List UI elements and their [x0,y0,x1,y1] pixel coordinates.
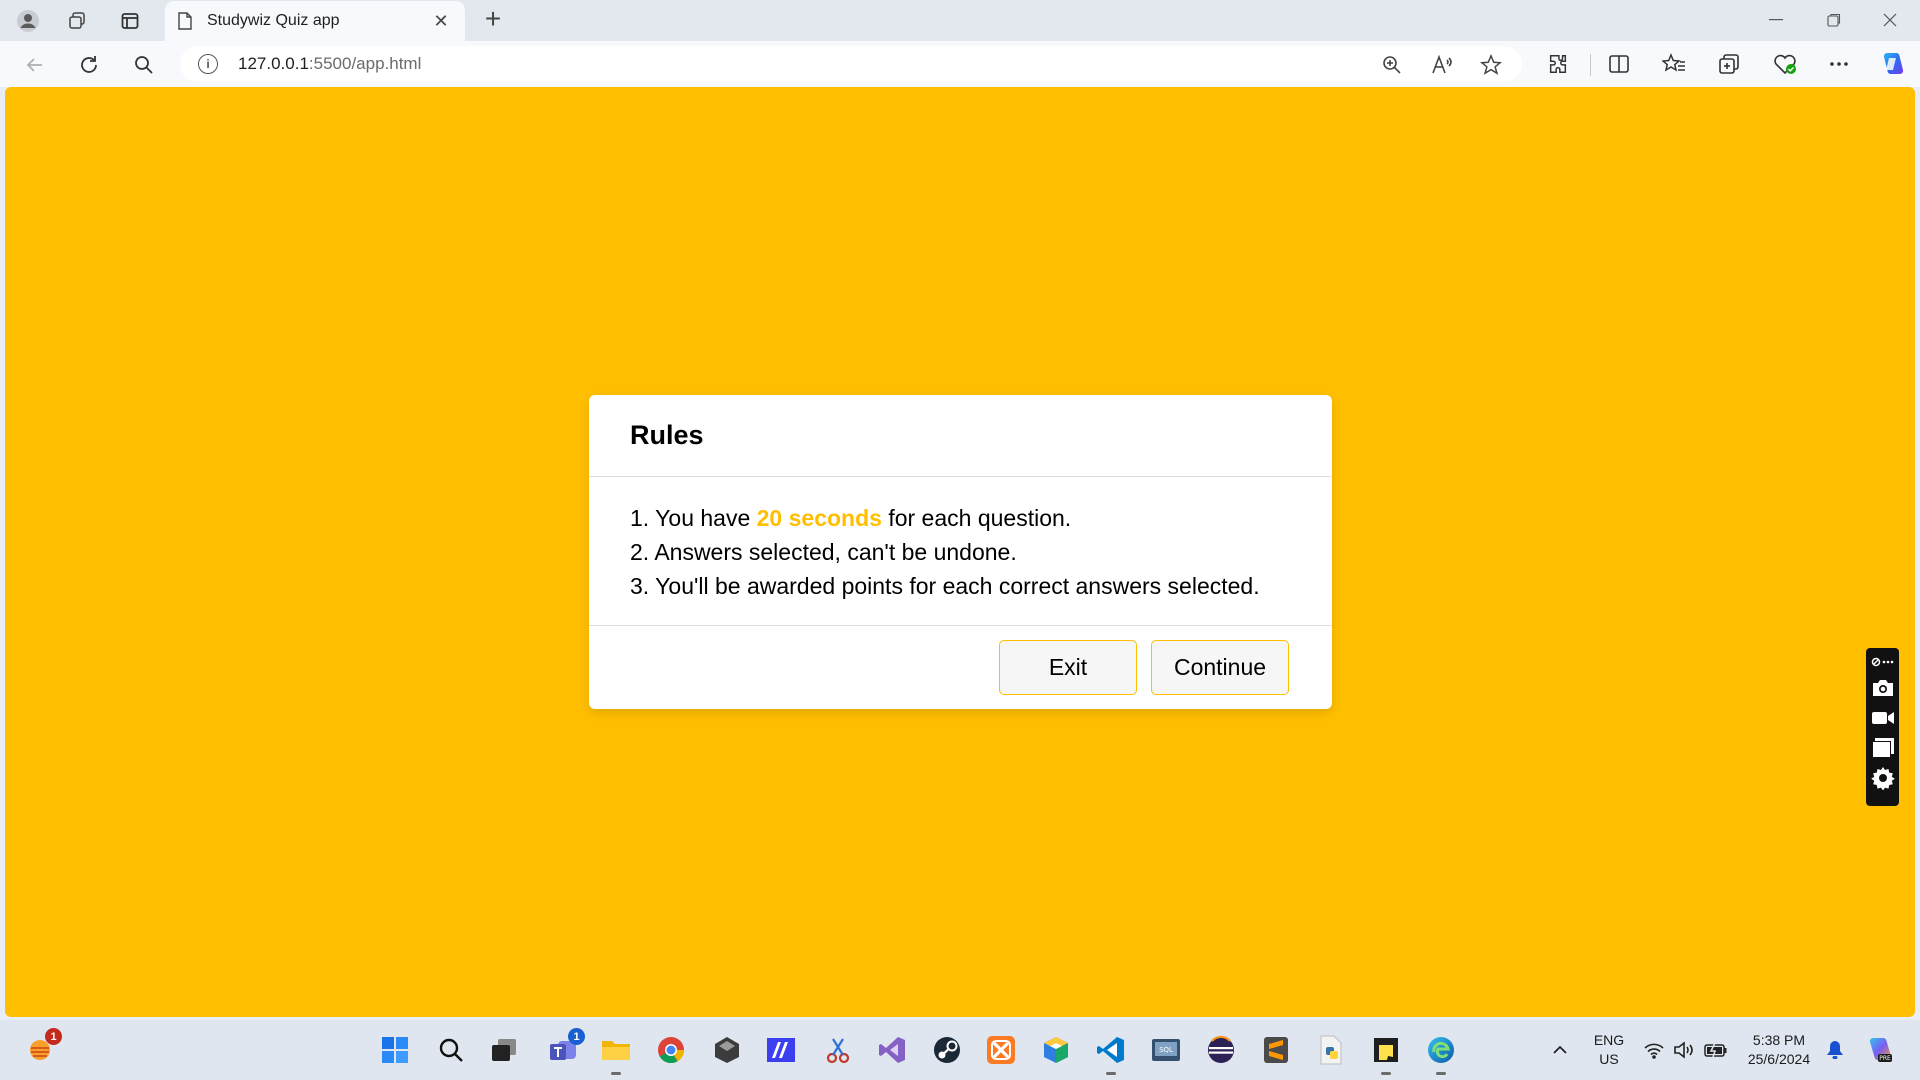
widgets-weather-icon[interactable]: 1 [24,1028,62,1066]
vscode-icon[interactable] [1095,1034,1127,1075]
language-indicator[interactable]: ENG US [1590,1031,1628,1069]
python-file-icon[interactable] [1315,1034,1347,1066]
time-limit-highlight: 20 seconds [756,505,882,531]
running-indicator [1436,1072,1446,1075]
rules-dialog: Rules 1. You have 20 seconds for each qu… [589,395,1332,709]
search-icon[interactable] [128,49,160,81]
favorites-icon[interactable] [1659,49,1689,79]
close-window-button[interactable] [1864,4,1916,36]
unity-icon[interactable] [711,1034,743,1066]
page-viewport: Rules 1. You have 20 seconds for each qu… [5,87,1915,1017]
file-explorer-icon[interactable] [600,1034,632,1075]
teams-icon[interactable]: 1 [547,1028,585,1066]
show-hidden-icons-chevron[interactable] [1544,1034,1576,1066]
dialog-footer: Exit Continue [589,626,1332,708]
settings-gear-icon[interactable] [1869,763,1897,793]
extensions-icon[interactable] [1543,49,1573,79]
snipping-tool-icon[interactable] [822,1034,854,1066]
notifications-bell-icon[interactable] [1819,1034,1851,1066]
continue-button[interactable]: Continue [1151,640,1289,695]
refresh-icon[interactable] [73,49,105,81]
copilot-icon[interactable] [1877,49,1907,79]
sublime-text-icon[interactable] [1260,1034,1292,1066]
rules-list: 1. You have 20 seconds for each question… [589,477,1332,626]
steam-icon[interactable] [931,1034,963,1066]
zoom-icon[interactable] [1381,54,1403,76]
video-camera-icon[interactable] [1869,703,1897,733]
exit-button[interactable]: Exit [999,640,1137,695]
rule-item: 3. You'll be awarded points for each cor… [630,573,1260,599]
eclipse-icon[interactable] [1205,1034,1237,1066]
read-aloud-icon[interactable] [1431,54,1453,76]
box-app-icon[interactable] [1040,1034,1072,1066]
browser-toolbar: i 127.0.0.1:5500/app.html [0,41,1920,87]
tab-title: Studywiz Quiz app [207,12,340,29]
browser-essentials-icon[interactable] [1770,49,1800,79]
battery-icon[interactable] [1700,1034,1732,1066]
copilot-preview-icon[interactable]: PRE [1863,1034,1895,1066]
tab-actions-icon[interactable] [116,7,144,35]
visual-studio-icon[interactable] [876,1034,908,1066]
sql-tool-icon[interactable]: SQL [1150,1034,1182,1066]
rule-item: 1. You have 20 seconds for each question… [630,505,1072,531]
running-indicator [1106,1072,1116,1075]
running-indicator [1381,1072,1391,1075]
rule-item: 2. Answers selected, can't be undone. [630,539,1017,565]
dialog-title: Rules [630,420,704,450]
wifi-icon[interactable] [1638,1034,1670,1066]
minimize-button[interactable] [1750,4,1802,36]
favorite-star-icon[interactable] [1480,54,1502,76]
active-tab[interactable]: Studywiz Quiz app ✕ [165,1,465,41]
task-view-icon[interactable] [488,1034,520,1066]
svg-text:PRE: PRE [1879,1055,1891,1062]
workspaces-icon[interactable] [63,7,91,35]
running-indicator [611,1072,621,1075]
clock[interactable]: 5:38 PM 25/6/2024 [1741,1031,1817,1069]
browser-tab-bar: Studywiz Quiz app ✕ + [0,0,1920,41]
address-bar[interactable]: i 127.0.0.1:5500/app.html [180,46,1522,82]
back-icon[interactable] [19,49,51,81]
taskbar-search-icon[interactable] [435,1034,467,1066]
chrome-icon[interactable] [655,1034,687,1066]
volume-icon[interactable] [1668,1034,1700,1066]
code-editor-icon[interactable] [765,1034,797,1066]
dialog-header: Rules [589,395,1332,477]
window-capture-icon[interactable] [1869,733,1897,763]
more-options-icon[interactable] [1824,49,1854,79]
windows-taskbar: 1 1 SQL ENG US 5:38 PM 25/6/2024 PRE [0,1020,1920,1080]
url-text: 127.0.0.1:5500/app.html [238,54,422,73]
xampp-icon[interactable] [985,1034,1017,1066]
new-tab-button[interactable]: + [478,5,508,35]
page-icon [177,12,195,30]
split-screen-icon[interactable] [1604,49,1634,79]
notification-badge: 1 [568,1028,585,1045]
edge-icon[interactable] [1425,1034,1457,1075]
capture-menu-icon[interactable] [1869,651,1897,673]
profile-icon[interactable] [14,7,42,35]
toolbar-divider [1590,54,1591,76]
close-tab-icon[interactable]: ✕ [429,11,453,32]
collections-icon[interactable] [1714,49,1744,79]
restore-button[interactable] [1808,4,1860,36]
sticky-notes-icon[interactable] [1370,1034,1402,1075]
notification-badge: 1 [45,1028,62,1045]
site-info-icon[interactable]: i [198,54,218,74]
svg-text:SQL: SQL [1159,1046,1173,1054]
windows-start-icon[interactable] [379,1034,411,1066]
camera-icon[interactable] [1869,673,1897,703]
capture-toolbar [1866,648,1899,806]
